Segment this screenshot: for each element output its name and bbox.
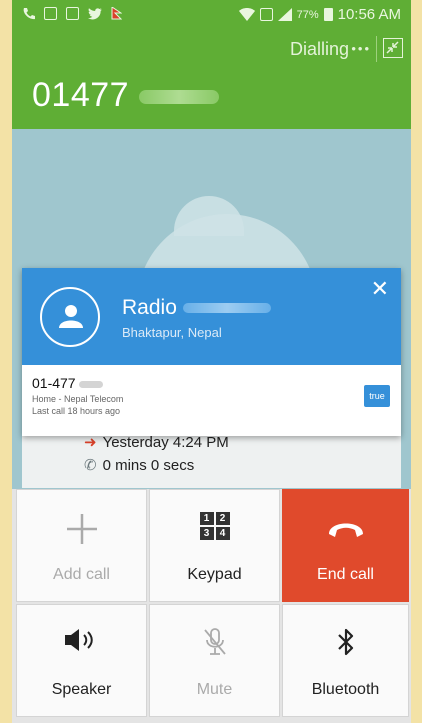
number-redaction (139, 90, 219, 105)
history-time: Yesterday 4:24 PM (102, 434, 229, 451)
mute-label: Mute (196, 681, 233, 698)
sim-icon (259, 8, 273, 21)
number-type: Home - Nepal Telecom (32, 394, 124, 404)
bluetooth-icon (337, 628, 353, 656)
keypad-digit: 1 (199, 512, 214, 525)
flag-icon (111, 7, 122, 20)
history-duration: 0 mins 0 secs (102, 457, 195, 474)
person-icon (59, 305, 83, 328)
gallery-icon (44, 7, 57, 20)
battery-icon (323, 8, 333, 21)
keypad-icon: 1 2 3 4 (199, 512, 230, 540)
caller-name: Radio (122, 296, 271, 320)
call-status: Dialling (289, 39, 349, 59)
hang-up-icon (328, 523, 363, 537)
caller-id-details: 01-477 Home - Nepal Telecom Last call 18… (22, 365, 401, 436)
dialled-number: 01477 (32, 76, 219, 115)
keypad-digit: 2 (215, 512, 230, 525)
number-text: 01477 (32, 76, 130, 114)
add-call-button[interactable]: Add call (16, 489, 147, 602)
last-call: Last call 18 hours ago (32, 406, 121, 416)
status-bar: 77% 10:56 AM (12, 0, 411, 30)
keypad-digit: 4 (215, 527, 230, 540)
call-actions: Add call 1 2 3 4 Keypad End call Speaker… (12, 489, 411, 723)
shrink-button[interactable] (383, 38, 403, 58)
keypad-label: Keypad (187, 566, 242, 583)
speaker-button[interactable]: Speaker (16, 604, 147, 717)
add-call-label: Add call (53, 566, 110, 583)
clock: 10:56 AM (337, 6, 401, 23)
battery-percent: 77% (296, 8, 319, 21)
system-icons: 77% 10:56 AM (238, 6, 401, 23)
message-icon (66, 7, 79, 20)
keypad-button[interactable]: 1 2 3 4 Keypad (149, 489, 280, 602)
signal-icon (277, 8, 292, 21)
avatar (40, 287, 100, 347)
dialling-dots: ••• (351, 41, 371, 56)
end-call-label: End call (317, 566, 374, 583)
shrink-icon (386, 41, 399, 54)
twitter-icon (88, 7, 102, 19)
notification-icons (22, 7, 122, 20)
caller-id-card[interactable]: Radio Bhaktapur, Nepal ✕ 01-477 Home - N… (22, 268, 401, 436)
phone-icon: ✆ (84, 457, 97, 474)
bluetooth-label: Bluetooth (311, 681, 380, 698)
end-call-button[interactable]: End call (282, 489, 409, 602)
call-history: ➜ Yesterday 4:24 PM ✆ 0 mins 0 secs (22, 430, 401, 488)
truecaller-badge[interactable]: true (364, 385, 390, 407)
caller-number-redaction (79, 380, 104, 388)
caller-id-header: Radio Bhaktapur, Nepal ✕ (22, 268, 401, 365)
caller-number: 01-477 (32, 375, 104, 391)
phone-icon (23, 8, 35, 20)
speaker-label: Speaker (51, 681, 112, 698)
close-icon[interactable]: ✕ (371, 276, 389, 302)
mute-button[interactable]: Mute (149, 604, 280, 717)
caller-name-text: Radio (122, 296, 177, 319)
plus-icon (66, 514, 97, 544)
speaker-icon (64, 629, 93, 651)
call-header: Dialling ••• 01477 (12, 30, 411, 129)
caller-number-text: 01-477 (32, 375, 76, 391)
phone-screen: 77% 10:56 AM Dialling ••• 01477 ➜ Yesterd… (12, 0, 411, 723)
keypad-digit: 3 (199, 527, 214, 540)
header-divider (376, 36, 377, 62)
wifi-icon (238, 8, 255, 21)
bluetooth-button[interactable]: Bluetooth (282, 604, 409, 717)
caller-location: Bhaktapur, Nepal (122, 325, 222, 340)
outgoing-arrow-icon: ➜ (84, 434, 97, 451)
mic-muted-icon (203, 628, 226, 655)
name-redaction (182, 303, 271, 314)
history-duration-row: ✆ 0 mins 0 secs (84, 456, 194, 474)
